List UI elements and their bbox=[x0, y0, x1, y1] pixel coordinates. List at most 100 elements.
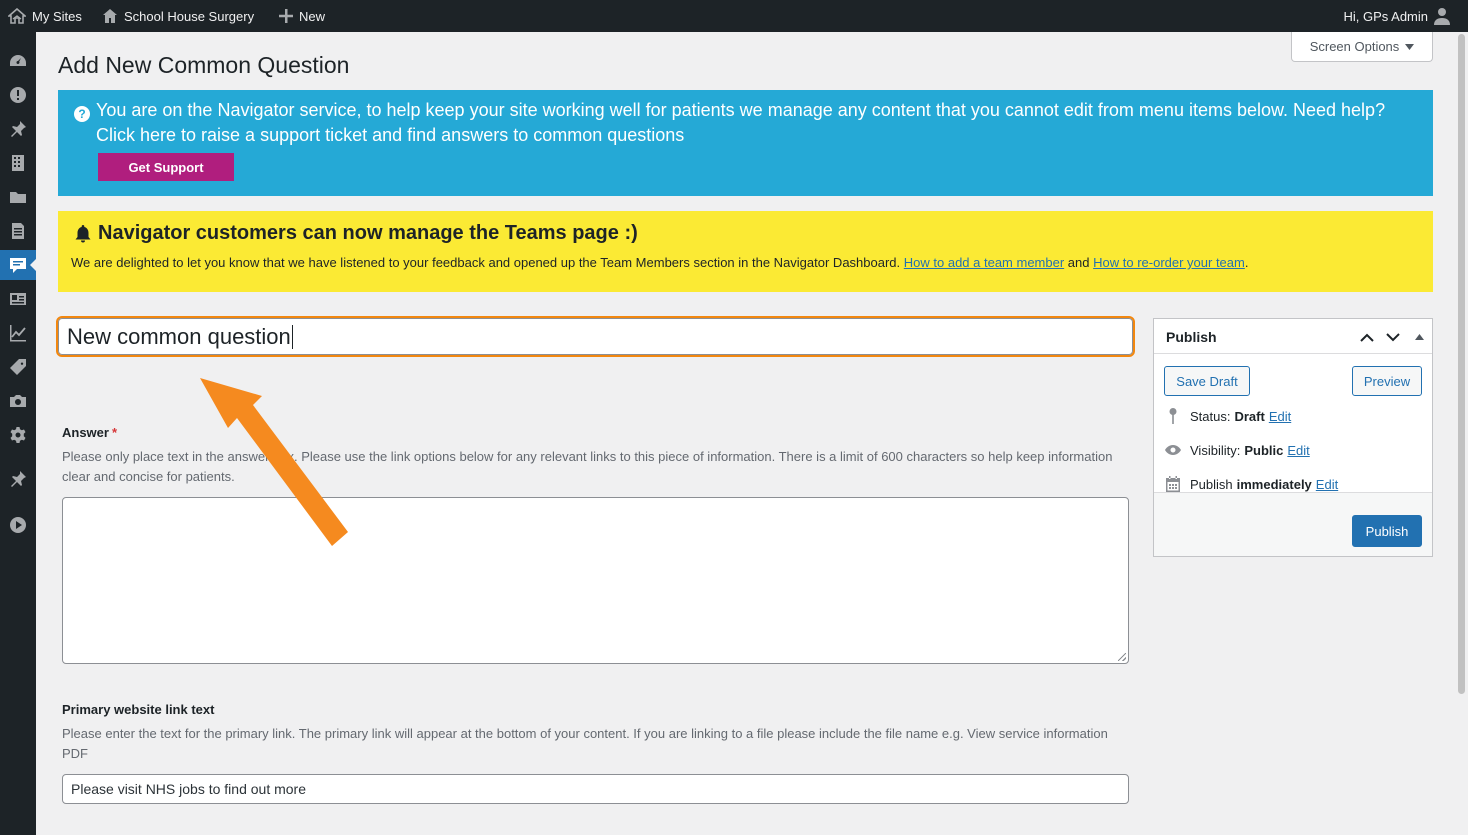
menu-media-folders[interactable] bbox=[0, 182, 36, 212]
teams-notice-end: . bbox=[1244, 255, 1249, 270]
preview-button[interactable]: Preview bbox=[1352, 366, 1422, 396]
chevron-down-icon bbox=[1386, 332, 1400, 341]
teams-notice-body: We are delighted to let you know that we… bbox=[71, 255, 1248, 270]
question-title-value: New common question bbox=[67, 324, 291, 349]
triangle-up-icon bbox=[1414, 334, 1424, 340]
settings-icon bbox=[10, 427, 26, 443]
answer-label-text: Answer bbox=[62, 425, 109, 440]
teams-notice-text: We are delighted to let you know that we… bbox=[71, 255, 901, 270]
menu-pinned[interactable] bbox=[0, 464, 36, 494]
menu-pages[interactable] bbox=[0, 216, 36, 246]
edit-visibility-link[interactable]: Edit bbox=[1287, 443, 1309, 458]
reorder-team-link[interactable]: How to re-order your team bbox=[1093, 255, 1245, 270]
chevron-up-icon bbox=[1360, 333, 1374, 342]
answer-label: Answer * bbox=[62, 425, 117, 440]
required-marker: * bbox=[111, 425, 118, 440]
move-up-button[interactable] bbox=[1357, 327, 1377, 347]
move-down-button[interactable] bbox=[1383, 327, 1403, 347]
visibility-label: Visibility: bbox=[1190, 442, 1241, 458]
bell-icon bbox=[75, 225, 91, 243]
pin-icon bbox=[11, 121, 26, 137]
status-label: Status: bbox=[1190, 408, 1231, 424]
alert-icon bbox=[10, 87, 26, 103]
play-icon bbox=[10, 517, 26, 533]
admin-bar: My Sites School House Surgery New Hi, GP… bbox=[0, 0, 1468, 32]
scrollbar-thumb[interactable] bbox=[1458, 34, 1465, 694]
primary-link-description: Please enter the text for the primary li… bbox=[62, 726, 1108, 761]
page-scrollbar[interactable] bbox=[1455, 32, 1468, 835]
id-card-icon bbox=[10, 293, 26, 305]
my-sites-icon bbox=[8, 8, 26, 24]
publish-button[interactable]: Publish bbox=[1352, 515, 1422, 547]
text-caret bbox=[291, 325, 293, 349]
visibility-value: Public bbox=[1244, 442, 1284, 458]
schedule-value: immediately bbox=[1236, 476, 1312, 492]
menu-team-members[interactable] bbox=[0, 284, 36, 314]
schedule-row: Publish immediately Edit bbox=[1164, 474, 1338, 494]
menu-common-questions[interactable] bbox=[0, 250, 36, 280]
status-pin-icon bbox=[1169, 408, 1177, 424]
status-value: Draft bbox=[1234, 408, 1265, 424]
menu-videos[interactable] bbox=[0, 510, 36, 540]
resize-handle[interactable] bbox=[1118, 653, 1126, 661]
plus-icon bbox=[279, 9, 293, 23]
status-row: Status: Draft Edit bbox=[1164, 406, 1291, 426]
save-draft-button[interactable]: Save Draft bbox=[1164, 366, 1250, 396]
site-name-label: School House Surgery bbox=[124, 8, 255, 24]
teams-notice-title-text: Navigator customers can now manage the T… bbox=[98, 222, 638, 244]
my-sites-label: My Sites bbox=[32, 8, 82, 24]
publish-actions: Publish bbox=[1154, 492, 1432, 556]
tag-icon bbox=[10, 359, 26, 375]
eye-icon bbox=[1165, 445, 1181, 455]
comments-icon bbox=[10, 258, 26, 273]
visibility-row: Visibility: Public Edit bbox=[1164, 440, 1310, 460]
menu-posts[interactable] bbox=[0, 114, 36, 144]
teams-notice-title: Navigator customers can now manage the T… bbox=[74, 222, 638, 245]
help-icon: ? bbox=[74, 106, 90, 122]
edit-status-link[interactable]: Edit bbox=[1269, 409, 1291, 424]
greeting-label: Hi, GPs Admin bbox=[1343, 8, 1428, 24]
folder-icon bbox=[10, 192, 26, 203]
menu-alerts[interactable] bbox=[0, 80, 36, 110]
pin-icon bbox=[11, 471, 26, 487]
caret-down-icon bbox=[1405, 43, 1415, 50]
support-message[interactable]: You are on the Navigator service, to hel… bbox=[96, 98, 1416, 148]
page-title: Add New Common Question bbox=[58, 52, 350, 78]
menu-stats[interactable] bbox=[0, 318, 36, 348]
new-content-menu[interactable]: New bbox=[279, 0, 325, 32]
site-name-menu[interactable]: School House Surgery bbox=[102, 0, 254, 32]
publish-box-title: Publish bbox=[1166, 329, 1217, 345]
account-menu[interactable]: Hi, GPs Admin bbox=[1343, 0, 1450, 32]
camera-icon bbox=[10, 395, 26, 407]
my-sites-menu[interactable]: My Sites bbox=[8, 0, 82, 32]
page-icon bbox=[12, 223, 24, 239]
get-support-button[interactable]: Get Support bbox=[98, 153, 234, 181]
building-icon bbox=[12, 155, 24, 171]
new-label: New bbox=[299, 8, 326, 24]
add-team-member-link[interactable]: How to add a team member bbox=[904, 255, 1064, 270]
primary-link-text-input[interactable]: Please visit NHS jobs to find out more bbox=[62, 774, 1129, 804]
menu-dashboard[interactable] bbox=[0, 46, 36, 76]
collapse-toggle-button[interactable] bbox=[1409, 327, 1429, 347]
user-avatar-icon bbox=[1434, 8, 1450, 25]
publish-box-header: Publish bbox=[1154, 319, 1432, 354]
menu-services[interactable] bbox=[0, 352, 36, 382]
menu-settings[interactable] bbox=[0, 420, 36, 450]
menu-gallery[interactable] bbox=[0, 386, 36, 416]
orange-arrow-annotation bbox=[200, 378, 348, 546]
support-banner[interactable]: ? You are on the Navigator service, to h… bbox=[58, 90, 1433, 196]
dashboard-icon bbox=[10, 55, 26, 66]
menu-buildings[interactable] bbox=[0, 148, 36, 178]
schedule-label: Publish bbox=[1190, 476, 1233, 492]
edit-schedule-link[interactable]: Edit bbox=[1316, 477, 1338, 492]
chart-icon bbox=[10, 325, 26, 342]
calendar-icon bbox=[1166, 476, 1180, 492]
home-icon bbox=[103, 9, 117, 23]
admin-side-menu bbox=[0, 32, 36, 835]
screen-options-button[interactable]: Screen Options bbox=[1291, 32, 1433, 62]
teams-notice-banner: Navigator customers can now manage the T… bbox=[58, 211, 1433, 292]
question-title-input[interactable]: New common question bbox=[56, 316, 1135, 357]
primary-link-label: Primary website link text bbox=[62, 702, 215, 717]
screen-options-label: Screen Options bbox=[1309, 39, 1400, 54]
publish-box: Publish Save Draft Preview Status: Draft E… bbox=[1153, 318, 1433, 557]
